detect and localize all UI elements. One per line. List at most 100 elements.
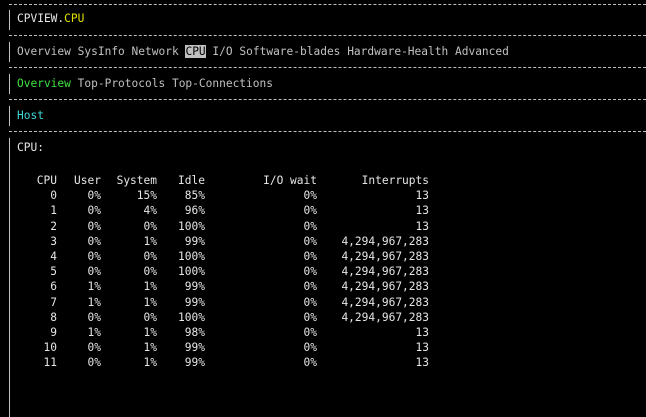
- cell-system: 1%: [143, 356, 157, 370]
- menu-item-software-blades[interactable]: Software-blades: [239, 45, 340, 58]
- table-row: 11 0% 1% 99% 0% 13: [17, 355, 429, 370]
- table-row: 0 0% 15% 85% 0% 13: [17, 188, 429, 203]
- cell-system: 15%: [136, 189, 157, 203]
- main-menu: Overview SysInfo Network CPU I/O Softwar…: [17, 44, 509, 60]
- separator-line: [9, 4, 646, 5]
- cell-system: 4%: [143, 204, 157, 218]
- cell-user: 0%: [87, 341, 101, 355]
- cpu-table: CPU User System Idle I/O wait Interrupts…: [17, 173, 429, 371]
- cell-cpu: 11: [43, 356, 57, 370]
- cell-interrupts: 4,294,967,283: [341, 310, 429, 324]
- cell-idle: 100%: [178, 310, 205, 324]
- left-border: [9, 138, 10, 417]
- cell-cpu: 10: [43, 341, 57, 355]
- left-border: [9, 106, 10, 126]
- cell-user: 1%: [87, 280, 101, 294]
- cell-interrupts: 4,294,967,283: [341, 295, 429, 309]
- cell-system: 1%: [143, 326, 157, 340]
- window-title: CPVIEW.CPU: [17, 11, 84, 27]
- cell-interrupts: 13: [415, 356, 429, 370]
- table-row: 10 0% 1% 99% 0% 13: [17, 340, 429, 355]
- cell-io-wait: 0%: [303, 204, 317, 218]
- cell-user: 0%: [87, 310, 101, 324]
- host-label: Host: [17, 109, 44, 122]
- submenu-item-overview[interactable]: Overview: [17, 77, 71, 90]
- cell-interrupts: 4,294,967,283: [341, 265, 429, 279]
- title-section: CPU: [64, 12, 85, 25]
- cell-idle: 99%: [184, 295, 205, 309]
- submenu-item-top-protocols[interactable]: Top-Protocols: [78, 77, 166, 90]
- cell-system: 1%: [143, 280, 157, 294]
- cell-idle: 100%: [178, 219, 205, 233]
- table-row: 8 0% 0% 100% 0% 4,294,967,283: [17, 310, 429, 325]
- cell-user: 0%: [87, 189, 101, 203]
- cell-cpu: 3: [50, 234, 57, 248]
- cell-idle: 85%: [184, 189, 205, 203]
- header-interrupts: Interrupts: [361, 174, 429, 187]
- menu-item-overview[interactable]: Overview: [17, 45, 71, 58]
- header-user: User: [74, 174, 101, 187]
- cell-idle: 100%: [178, 265, 205, 279]
- cell-idle: 99%: [184, 341, 205, 355]
- cell-idle: 99%: [184, 234, 205, 248]
- table-row: 4 0% 0% 100% 0% 4,294,967,283: [17, 249, 429, 264]
- cell-user: 0%: [87, 234, 101, 248]
- cell-interrupts: 4,294,967,283: [341, 250, 429, 264]
- cell-io-wait: 0%: [303, 326, 317, 340]
- header-idle: Idle: [178, 174, 205, 187]
- cell-cpu: 7: [50, 295, 57, 309]
- separator-line: [9, 67, 646, 68]
- menu-item-sysinfo[interactable]: SysInfo: [78, 45, 125, 58]
- cell-interrupts: 13: [415, 341, 429, 355]
- menu-item-i-o[interactable]: I/O: [212, 45, 232, 58]
- table-row: 5 0% 0% 100% 0% 4,294,967,283: [17, 264, 429, 279]
- cpu-heading: CPU:: [17, 141, 44, 154]
- menu-item-network[interactable]: Network: [132, 45, 179, 58]
- cell-system: 1%: [143, 341, 157, 355]
- table-row: 7 1% 1% 99% 0% 4,294,967,283: [17, 295, 429, 310]
- menu-item-cpu[interactable]: CPU: [185, 45, 206, 58]
- cell-io-wait: 0%: [303, 295, 317, 309]
- cell-cpu: 0: [50, 189, 57, 203]
- menu-item-hardware-health[interactable]: Hardware-Health: [347, 45, 448, 58]
- cell-io-wait: 0%: [303, 219, 317, 233]
- table-row: 3 0% 1% 99% 0% 4,294,967,283: [17, 234, 429, 249]
- table-header-row: CPU User System Idle I/O wait Interrupts: [17, 173, 429, 188]
- cell-system: 0%: [143, 310, 157, 324]
- cell-cpu: 1: [50, 204, 57, 218]
- cell-io-wait: 0%: [303, 341, 317, 355]
- cell-system: 0%: [143, 265, 157, 279]
- cell-cpu: 8: [50, 310, 57, 324]
- left-border: [9, 42, 10, 62]
- menu-item-advanced[interactable]: Advanced: [455, 45, 509, 58]
- cell-interrupts: 4,294,967,283: [341, 280, 429, 294]
- submenu-item-top-connections[interactable]: Top-Connections: [172, 77, 273, 90]
- cell-user: 0%: [87, 265, 101, 279]
- cell-idle: 100%: [178, 250, 205, 264]
- cell-interrupts: 13: [415, 204, 429, 218]
- cell-idle: 99%: [184, 280, 205, 294]
- cell-idle: 99%: [184, 356, 205, 370]
- cell-io-wait: 0%: [303, 356, 317, 370]
- cell-system: 0%: [143, 219, 157, 233]
- left-border: [9, 74, 10, 94]
- app-name: CPVIEW: [17, 12, 58, 25]
- cell-interrupts: 13: [415, 326, 429, 340]
- cell-user: 0%: [87, 356, 101, 370]
- cell-io-wait: 0%: [303, 250, 317, 264]
- separator-line: [9, 131, 646, 132]
- cell-user: 0%: [87, 219, 101, 233]
- cell-cpu: 9: [50, 326, 57, 340]
- cell-user: 0%: [87, 204, 101, 218]
- terminal-window: CPVIEW.CPU Overview SysInfo Network CPU …: [5, 0, 646, 417]
- separator-line: [9, 35, 646, 36]
- table-row: 6 1% 1% 99% 0% 4,294,967,283: [17, 279, 429, 294]
- cell-system: 0%: [143, 250, 157, 264]
- cell-system: 1%: [143, 295, 157, 309]
- cell-interrupts: 4,294,967,283: [341, 234, 429, 248]
- cell-user: 0%: [87, 250, 101, 264]
- cell-cpu: 4: [50, 250, 57, 264]
- cell-user: 1%: [87, 326, 101, 340]
- table-row: 2 0% 0% 100% 0% 13: [17, 219, 429, 234]
- sub-menu: Overview Top-Protocols Top-Connections: [17, 76, 273, 92]
